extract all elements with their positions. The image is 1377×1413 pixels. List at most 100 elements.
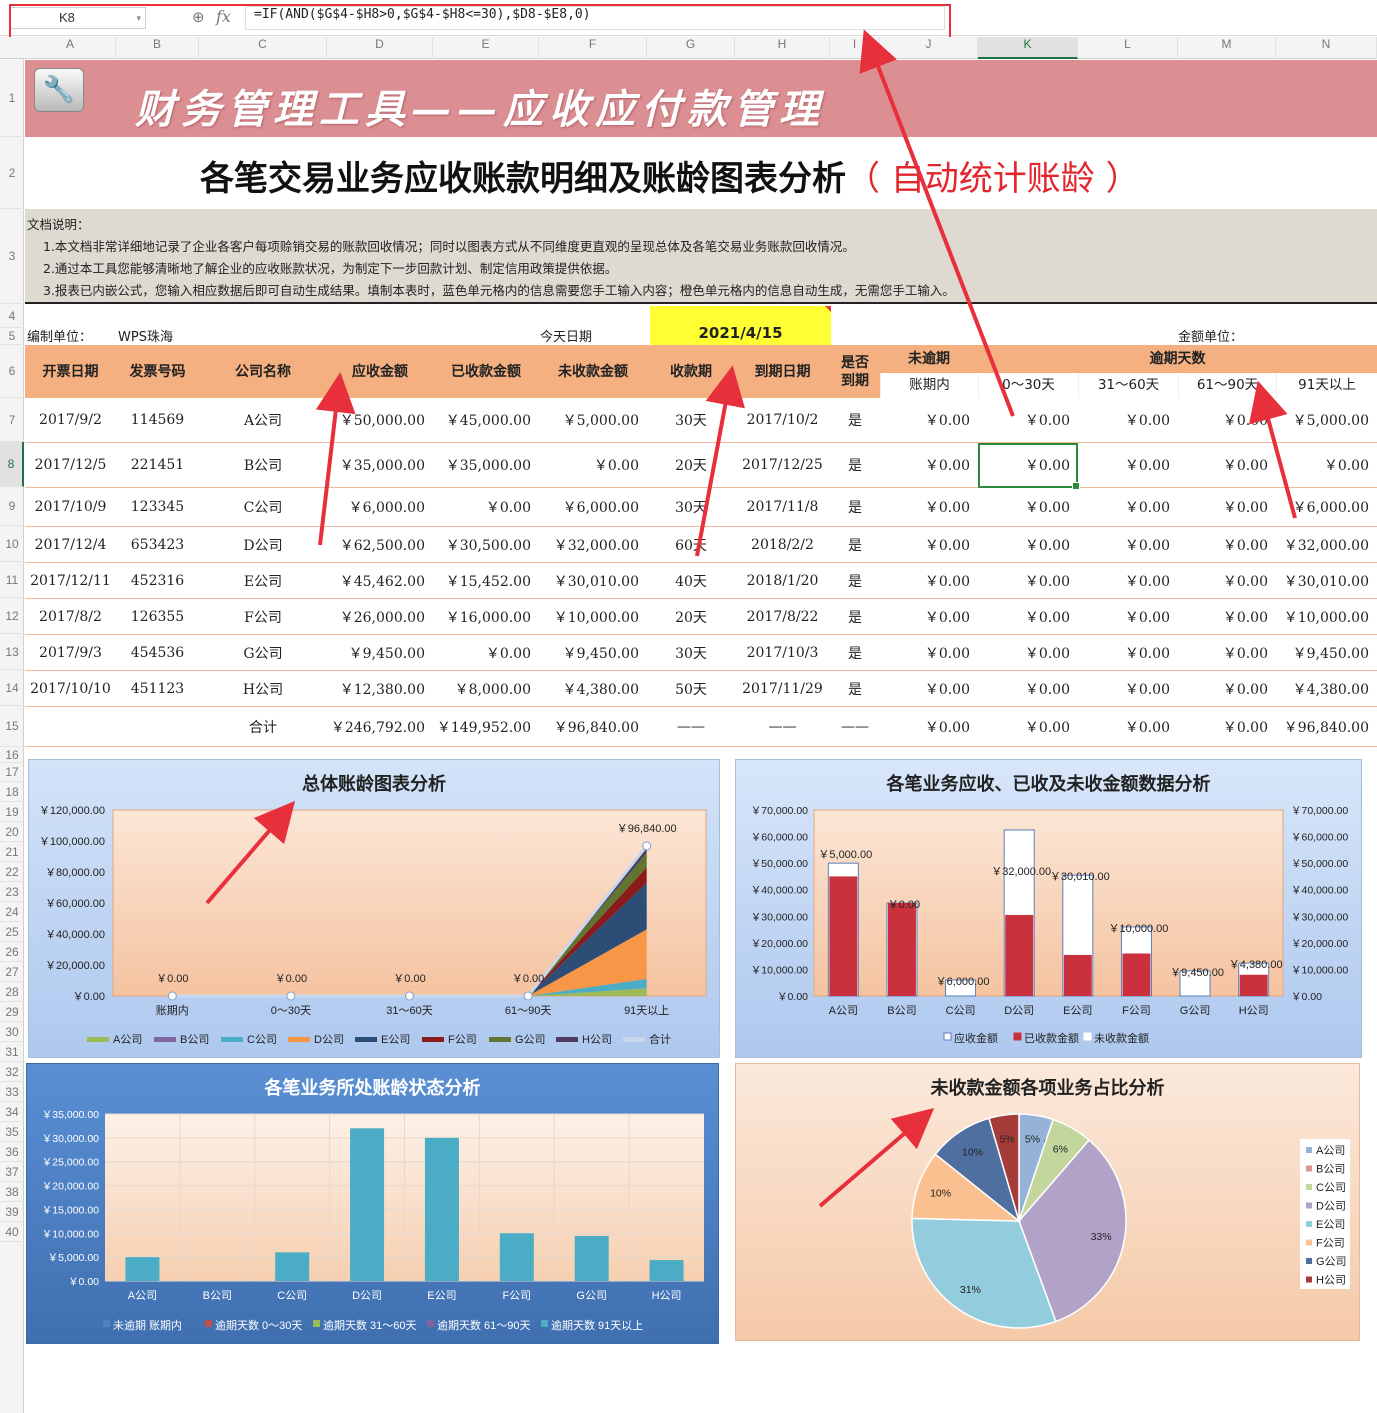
- table-cell[interactable]: ￥30,500.00: [433, 527, 539, 562]
- row-header-16[interactable]: 16: [0, 747, 24, 763]
- row-header-21[interactable]: 21: [0, 842, 24, 862]
- row-header-5[interactable]: 5: [0, 328, 24, 345]
- table-cell[interactable]: ——: [830, 707, 880, 746]
- table-cell[interactable]: ￥5,000.00: [1276, 398, 1377, 442]
- row-header-20[interactable]: 20: [0, 822, 24, 842]
- table-cell[interactable]: 454536: [116, 635, 199, 670]
- table-cell[interactable]: ￥32,000.00: [1276, 527, 1377, 562]
- table-cell[interactable]: ￥30,010.00: [539, 563, 647, 598]
- row-header-10[interactable]: 10: [0, 526, 24, 562]
- table-cell[interactable]: 是: [830, 527, 880, 562]
- table-cell[interactable]: ￥0.00: [978, 527, 1078, 562]
- table-cell[interactable]: ￥0.00: [1078, 707, 1178, 746]
- row-header-30[interactable]: 30: [0, 1022, 24, 1042]
- table-cell[interactable]: ￥0.00: [1078, 488, 1178, 526]
- table-cell[interactable]: ￥0.00: [1178, 443, 1276, 487]
- row-header-7[interactable]: 7: [0, 398, 24, 442]
- table-cell[interactable]: ￥0.00: [1078, 599, 1178, 634]
- table-cell[interactable]: 2017/10/10: [25, 671, 116, 706]
- table-cell[interactable]: ￥9,450.00: [327, 635, 433, 670]
- table-cell[interactable]: 2017/12/5: [25, 443, 116, 487]
- table-cell[interactable]: ￥15,452.00: [433, 563, 539, 598]
- table-cell[interactable]: ￥0.00: [978, 599, 1078, 634]
- row-header-29[interactable]: 29: [0, 1002, 24, 1022]
- table-cell[interactable]: ￥0.00: [880, 563, 978, 598]
- table-cell[interactable]: 60天: [647, 527, 735, 562]
- column-header-m[interactable]: M: [1178, 37, 1276, 59]
- table-cell[interactable]: ￥9,450.00: [539, 635, 647, 670]
- table-cell[interactable]: 合计: [199, 707, 327, 746]
- table-cell[interactable]: 126355: [116, 599, 199, 634]
- table-cell[interactable]: 30天: [647, 398, 735, 442]
- row-header-4[interactable]: 4: [0, 304, 24, 328]
- table-cell[interactable]: 2018/2/2: [735, 527, 830, 562]
- row-header-8[interactable]: 8: [0, 442, 24, 487]
- table-cell[interactable]: G公司: [199, 635, 327, 670]
- table-cell[interactable]: ￥5,000.00: [539, 398, 647, 442]
- table-cell[interactable]: [25, 707, 116, 746]
- table-cell[interactable]: ￥0.00: [1078, 443, 1178, 487]
- row-header-40[interactable]: 40: [0, 1222, 24, 1242]
- column-header-i[interactable]: I: [830, 37, 880, 59]
- row-header-17[interactable]: 17: [0, 763, 24, 782]
- table-cell[interactable]: ￥0.00: [1178, 635, 1276, 670]
- today-date-cell[interactable]: 2021/4/15: [650, 306, 831, 345]
- row-header-19[interactable]: 19: [0, 802, 24, 822]
- table-cell[interactable]: ￥0.00: [978, 443, 1078, 487]
- table-cell[interactable]: 2017/12/4: [25, 527, 116, 562]
- table-cell[interactable]: ￥96,840.00: [539, 707, 647, 746]
- table-cell[interactable]: A公司: [199, 398, 327, 442]
- table-cell[interactable]: E公司: [199, 563, 327, 598]
- table-cell[interactable]: 452316: [116, 563, 199, 598]
- column-header-e[interactable]: E: [433, 37, 539, 59]
- table-cell[interactable]: 是: [830, 671, 880, 706]
- table-cell[interactable]: 2018/1/20: [735, 563, 830, 598]
- row-header-25[interactable]: 25: [0, 922, 24, 942]
- row-header-38[interactable]: 38: [0, 1182, 24, 1202]
- row-header-6[interactable]: 6: [0, 345, 24, 398]
- status-chart-panel[interactable]: 各笔业务所处账龄状态分析 ￥0.00 ￥5,000.00 ￥10,000.00 ￥15…: [26, 1063, 719, 1344]
- column-header-l[interactable]: L: [1078, 37, 1178, 59]
- table-cell[interactable]: ￥0.00: [880, 488, 978, 526]
- row-header-3[interactable]: 3: [0, 209, 24, 304]
- column-header-j[interactable]: J: [880, 37, 978, 59]
- table-cell[interactable]: 30天: [647, 488, 735, 526]
- table-cell[interactable]: ￥62,500.00: [327, 527, 433, 562]
- column-header-a[interactable]: A: [25, 37, 116, 59]
- table-cell[interactable]: 是: [830, 563, 880, 598]
- table-cell[interactable]: ￥0.00: [880, 671, 978, 706]
- table-cell[interactable]: 2017/12/11: [25, 563, 116, 598]
- row-header-9[interactable]: 9: [0, 487, 24, 526]
- table-cell[interactable]: ￥0.00: [1078, 527, 1178, 562]
- row-header-14[interactable]: 14: [0, 670, 24, 706]
- row-header-32[interactable]: 32: [0, 1062, 24, 1082]
- column-header-c[interactable]: C: [199, 37, 327, 59]
- table-cell[interactable]: H公司: [199, 671, 327, 706]
- column-header-f[interactable]: F: [539, 37, 647, 59]
- table-cell[interactable]: F公司: [199, 599, 327, 634]
- table-cell[interactable]: 是: [830, 443, 880, 487]
- table-cell[interactable]: ￥0.00: [433, 635, 539, 670]
- table-cell[interactable]: ￥6,000.00: [1276, 488, 1377, 526]
- table-cell[interactable]: ￥0.00: [1178, 671, 1276, 706]
- table-cell[interactable]: ￥8,000.00: [433, 671, 539, 706]
- table-cell[interactable]: ￥0.00: [978, 671, 1078, 706]
- row-header-34[interactable]: 34: [0, 1102, 24, 1122]
- table-cell[interactable]: ￥26,000.00: [327, 599, 433, 634]
- table-cell[interactable]: ￥0.00: [1178, 527, 1276, 562]
- table-cell[interactable]: [116, 707, 199, 746]
- row-header-18[interactable]: 18: [0, 782, 24, 802]
- table-cell[interactable]: ￥0.00: [978, 488, 1078, 526]
- table-cell[interactable]: ￥0.00: [1178, 599, 1276, 634]
- table-cell[interactable]: 2017/10/3: [735, 635, 830, 670]
- table-cell[interactable]: ￥0.00: [539, 443, 647, 487]
- table-cell[interactable]: 50天: [647, 671, 735, 706]
- table-cell[interactable]: 2017/10/9: [25, 488, 116, 526]
- table-cell[interactable]: ￥9,450.00: [1276, 635, 1377, 670]
- table-cell[interactable]: ￥10,000.00: [1276, 599, 1377, 634]
- amount-chart-panel[interactable]: 各笔业务应收、已收及未收金额数据分析 ￥0.00 ￥0.00 ￥10,000.00 ￥…: [735, 759, 1362, 1058]
- table-cell[interactable]: ——: [735, 707, 830, 746]
- row-header-2[interactable]: 2: [0, 137, 24, 209]
- table-cell[interactable]: ￥45,000.00: [433, 398, 539, 442]
- table-cell[interactable]: ￥0.00: [978, 563, 1078, 598]
